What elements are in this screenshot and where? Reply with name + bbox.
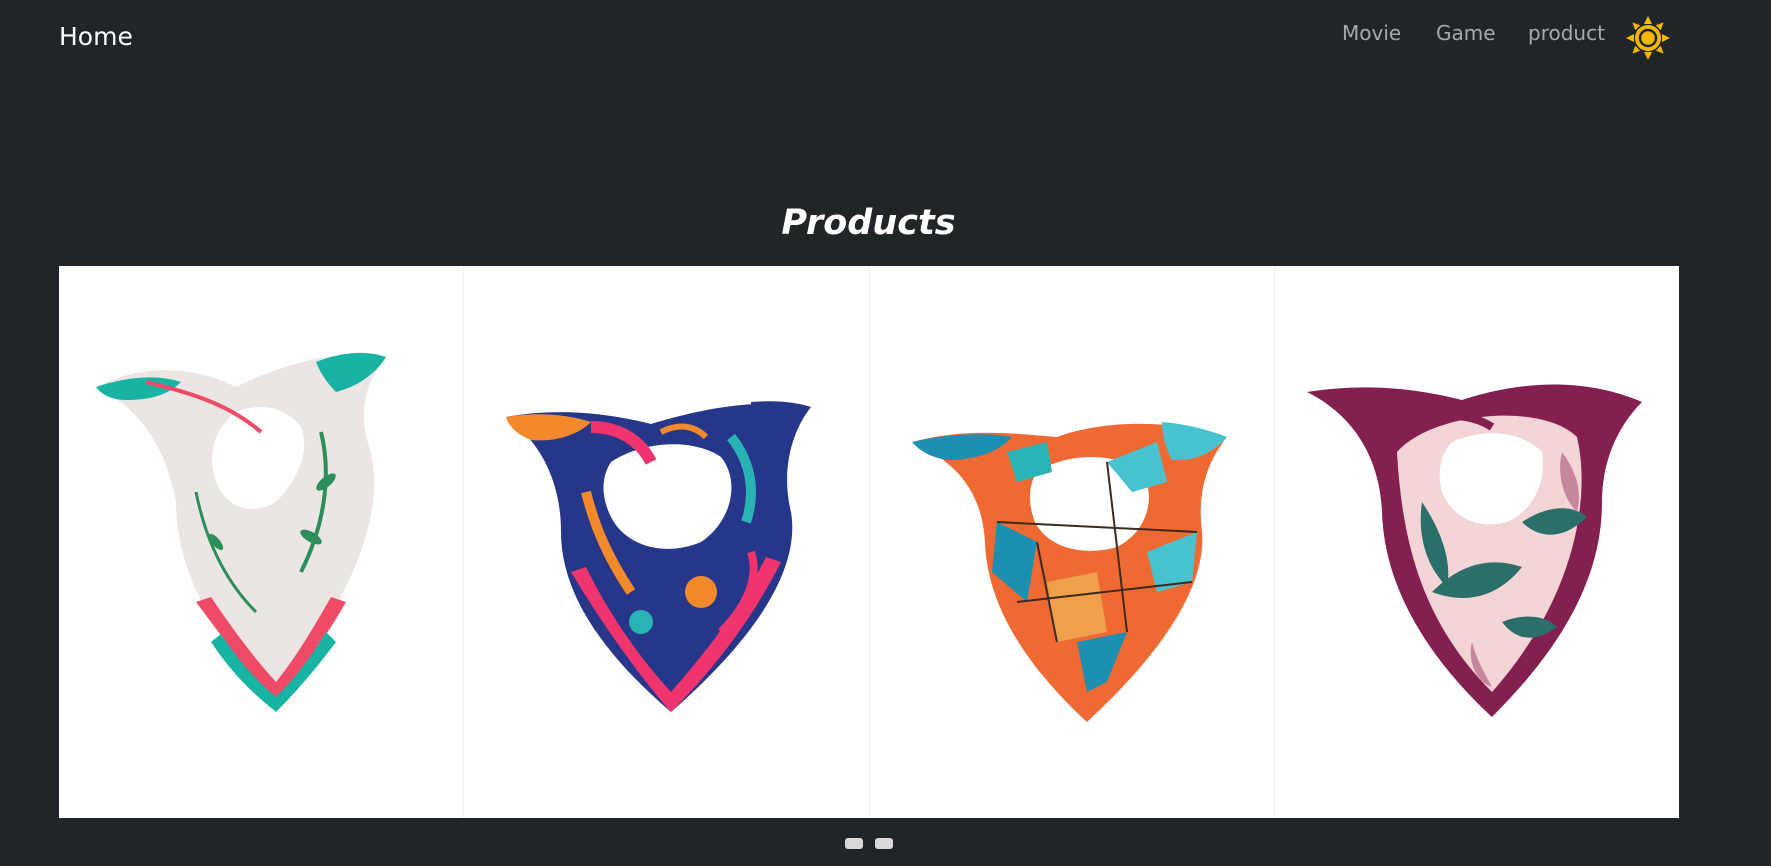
product-card[interactable] (59, 266, 465, 818)
scarf-geometric-orange-icon (911, 422, 1227, 722)
nav-link-game[interactable]: Game (1436, 21, 1496, 45)
carousel-indicators (0, 838, 1737, 849)
scarf-floral-teal-icon (96, 352, 387, 712)
scarf-plum-leaf-icon (1306, 384, 1642, 717)
nav-link-product[interactable]: product (1528, 21, 1605, 45)
nav-link-movie[interactable]: Movie (1342, 21, 1401, 45)
carousel-indicator[interactable] (874, 838, 893, 849)
page-title: Products (781, 203, 956, 243)
scarf-navy-pink-icon (506, 401, 812, 712)
theme-toggle-button[interactable] (1625, 15, 1671, 61)
carousel-indicator[interactable] (844, 838, 863, 849)
product-carousel (59, 266, 1679, 818)
product-card[interactable] (1275, 266, 1679, 818)
product-card[interactable] (464, 266, 870, 818)
navbar: Home Movie Game product (0, 0, 1771, 80)
product-card[interactable] (870, 266, 1275, 818)
brand-home-link[interactable]: Home (59, 22, 133, 51)
sun-icon (1626, 16, 1670, 60)
